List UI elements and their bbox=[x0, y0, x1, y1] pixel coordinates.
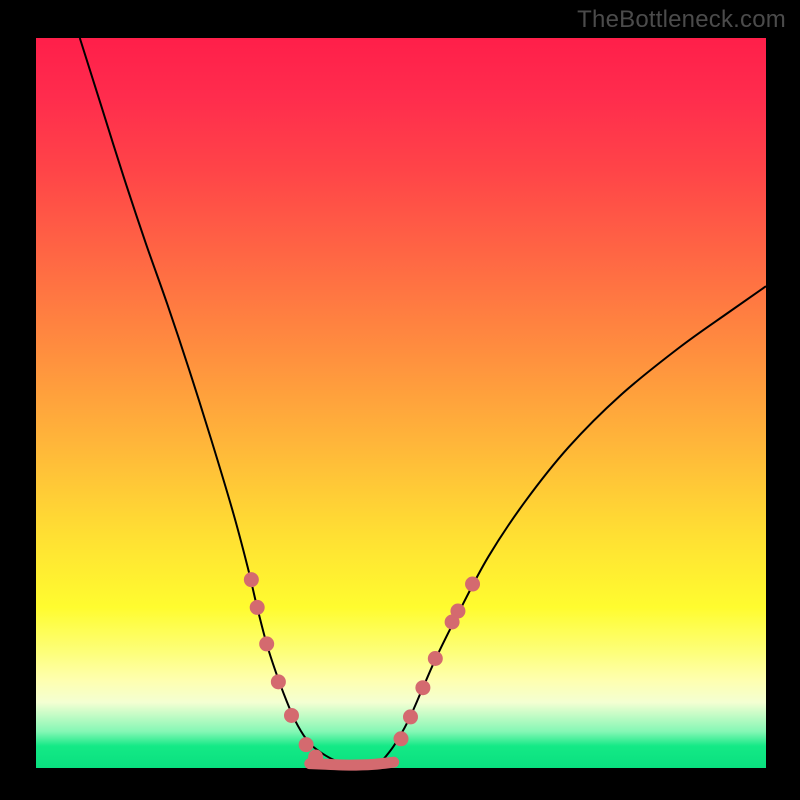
marker-dots-right bbox=[394, 731, 409, 746]
marker-dots-right bbox=[450, 604, 465, 619]
marker-dots-left bbox=[250, 600, 265, 615]
marker-dots-left bbox=[308, 750, 323, 765]
marker-dots-right bbox=[465, 577, 480, 592]
marker-dots-left bbox=[284, 708, 299, 723]
marker-dots-right bbox=[403, 709, 418, 724]
series-left-curve bbox=[80, 38, 357, 768]
marker-dots-left bbox=[299, 737, 314, 752]
marker-dots-left bbox=[244, 572, 259, 587]
chart-svg bbox=[36, 38, 766, 768]
series-valley-flat bbox=[310, 762, 394, 765]
marker-dots-right bbox=[428, 651, 443, 666]
series-right-curve bbox=[379, 286, 766, 764]
watermark-text: TheBottleneck.com bbox=[577, 6, 786, 34]
marker-dots-right bbox=[415, 680, 430, 695]
chart-frame: TheBottleneck.com bbox=[0, 0, 800, 800]
marker-dots-left bbox=[271, 674, 286, 689]
marker-dots-left bbox=[259, 636, 274, 651]
plot-area bbox=[36, 38, 766, 768]
